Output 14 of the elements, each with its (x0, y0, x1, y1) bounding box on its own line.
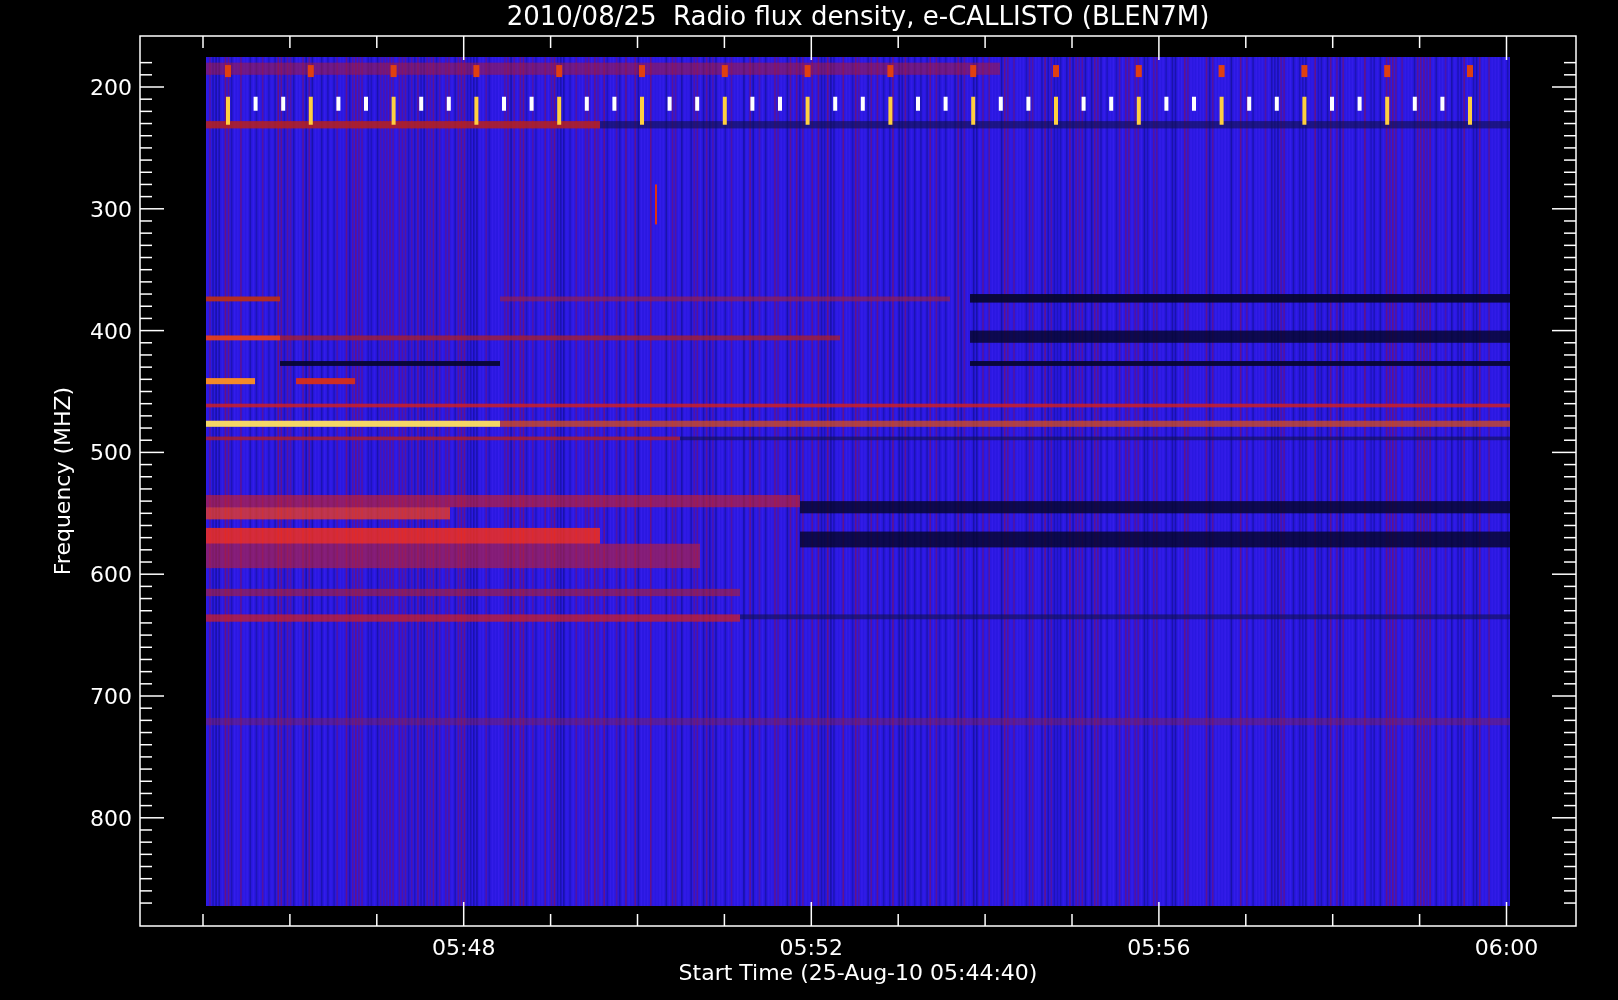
tick-label: 400 (90, 318, 132, 344)
tick-label: 05:52 (779, 935, 843, 960)
tick-label: 300 (90, 196, 132, 222)
tick-label: 05:56 (1127, 935, 1191, 960)
tick-label: 500 (90, 440, 132, 466)
axis-label: Start Time (25-Aug-10 05:44:40) (678, 960, 1038, 985)
tick-label: 06:00 (1474, 935, 1539, 960)
axis-label: Frequency (MHZ) (50, 386, 75, 576)
tick-label: 800 (90, 805, 132, 831)
tick-label: 200 (90, 75, 132, 100)
chart-title: 2010/08/25 Radio flux density, e-CALLISTO (BLEN7M) (506, 1, 1210, 31)
tick-label: 700 (90, 684, 132, 709)
tick-label: 600 (90, 562, 132, 588)
tick-label: 05:48 (432, 935, 496, 960)
